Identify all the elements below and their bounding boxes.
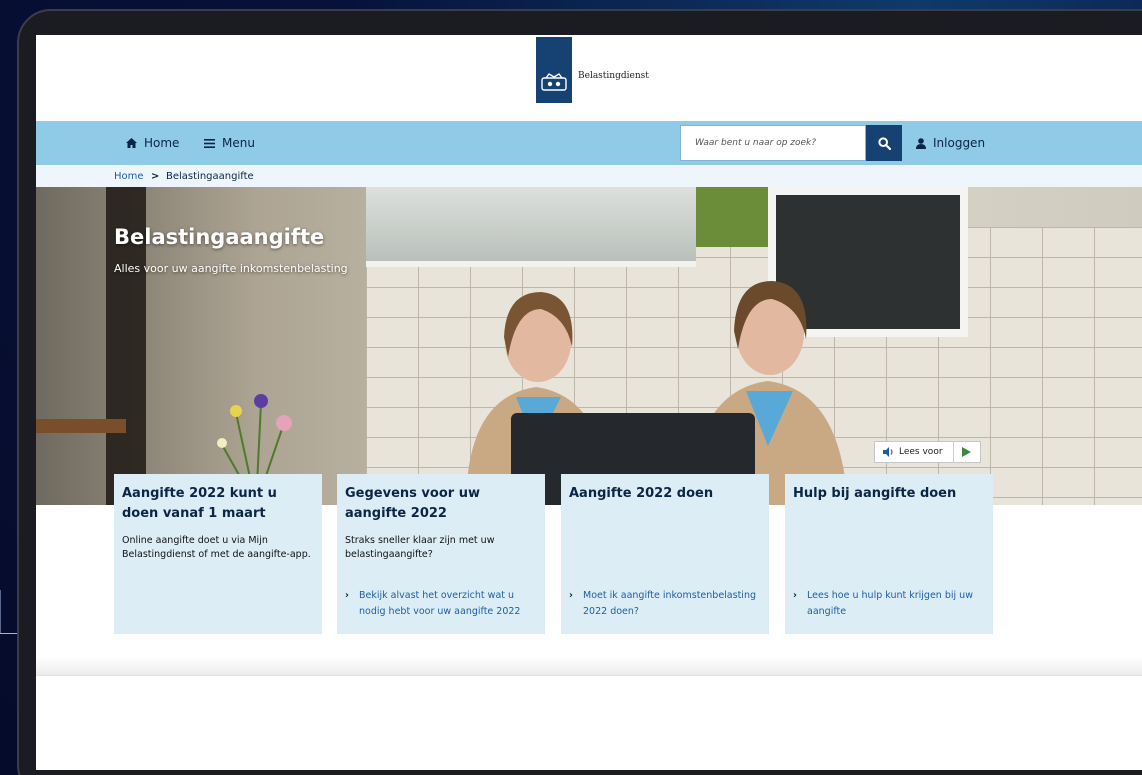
card-link-label: Lees hoe u hulp kunt krijgen bij uw aang… <box>807 590 973 617</box>
content-divider <box>36 657 1142 675</box>
card-link-label: Moet ik aangifte inkomstenbelasting 2022… <box>583 590 756 617</box>
card-link[interactable]: › Moet ik aangifte inkomstenbelasting 20… <box>569 588 759 620</box>
browser-screen: Belastingdienst Home Menu Waar bent u na… <box>36 35 1142 770</box>
search-button[interactable] <box>866 125 902 161</box>
speaker-icon <box>883 447 893 457</box>
info-card-2: Gegevens voor uw aangifte 2022 Straks sn… <box>337 474 545 634</box>
nav-menu[interactable]: Menu <box>204 136 255 150</box>
info-card-1: Aangifte 2022 kunt u doen vanaf 1 maart … <box>114 474 322 634</box>
decorative-line-vertical <box>0 590 1 634</box>
card-title: Gegevens voor uw aangifte 2022 <box>345 486 480 521</box>
info-card-3: Aangifte 2022 doen › Moet ik aangifte in… <box>561 474 769 634</box>
info-card-4: Hulp bij aangifte doen › Lees hoe u hulp… <box>785 474 993 634</box>
card-link-label: Bekijk alvast het overzicht wat u nodig … <box>359 590 521 617</box>
card-link[interactable]: › Bekijk alvast het overzicht wat u nodi… <box>345 588 535 620</box>
chevron-right-icon: › <box>569 590 573 601</box>
nav-menu-label: Menu <box>222 136 255 150</box>
search-placeholder: Waar bent u naar op zoek? <box>695 138 817 148</box>
card-link[interactable]: › Lees hoe u hulp kunt krijgen bij uw aa… <box>793 588 983 620</box>
nav-home-label: Home <box>144 136 180 150</box>
card-title: Aangifte 2022 doen <box>569 486 714 501</box>
home-icon <box>126 138 137 148</box>
main-navigation: Home Menu Waar bent u naar op zoek? Inlo… <box>36 121 1142 165</box>
breadcrumb-separator: > <box>151 170 160 182</box>
read-aloud-label: Lees voor <box>899 447 943 457</box>
brand-logo[interactable]: Belastingdienst <box>536 37 649 103</box>
hero-subtitle: Alles voor uw aangifte inkomstenbelastin… <box>114 262 348 275</box>
crown-emblem-icon <box>536 37 572 103</box>
chevron-right-icon: › <box>793 590 797 601</box>
search-icon <box>877 136 891 150</box>
login-link[interactable]: Inloggen <box>916 121 985 165</box>
chevron-right-icon: › <box>345 590 349 601</box>
card-text: Online aangifte doet u via Mijn Belastin… <box>122 535 311 560</box>
brand-name: Belastingdienst <box>578 71 649 81</box>
play-icon[interactable] <box>954 442 980 462</box>
read-aloud-label-wrap: Lees voor <box>875 442 954 462</box>
card-text: Straks sneller klaar zijn met uw belasti… <box>345 535 495 560</box>
hero-title: Belastingaangifte <box>114 225 325 249</box>
read-aloud-button[interactable]: Lees voor <box>874 441 981 463</box>
card-title: Aangifte 2022 kunt u doen vanaf 1 maart <box>122 486 277 521</box>
page-footer-area <box>36 675 1142 770</box>
search-input[interactable]: Waar bent u naar op zoek? <box>680 125 866 161</box>
nav-home[interactable]: Home <box>126 136 179 150</box>
hamburger-icon <box>204 138 215 148</box>
wooden-shelf <box>36 419 126 433</box>
breadcrumb: Home > Belastingaangifte <box>36 165 1142 187</box>
user-icon <box>916 137 926 149</box>
breadcrumb-current: Belastingaangifte <box>166 170 254 182</box>
login-label: Inloggen <box>933 136 986 150</box>
breadcrumb-home[interactable]: Home <box>114 171 144 182</box>
card-title: Hulp bij aangifte doen <box>793 486 957 501</box>
